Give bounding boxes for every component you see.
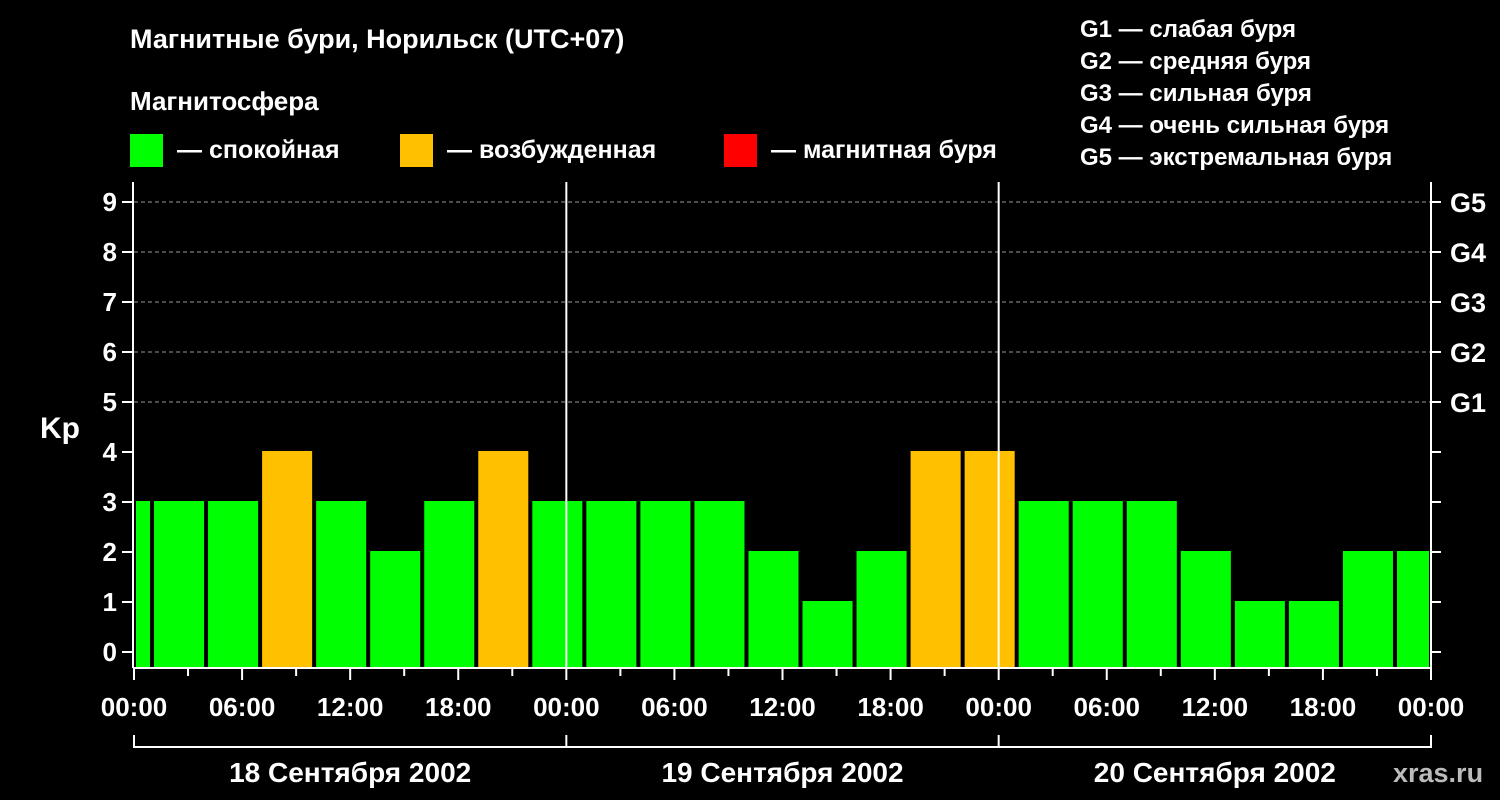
legend-swatch-active bbox=[400, 134, 433, 167]
x-tick-label: 18:00 bbox=[857, 692, 924, 722]
x-tick-label: 00:00 bbox=[533, 692, 600, 722]
storm-level-label: G4 bbox=[1450, 238, 1486, 268]
kp-bar-quiet bbox=[1126, 501, 1177, 668]
x-tick-label: 00:00 bbox=[1398, 692, 1465, 722]
storm-scale-g3: G3 — сильная буря bbox=[1080, 80, 1312, 107]
storm-level-label: G2 bbox=[1450, 338, 1486, 368]
kp-bar-quiet bbox=[640, 501, 691, 668]
legend-swatch-quiet bbox=[130, 134, 163, 167]
storm-scale-g5: G5 — экстремальная буря bbox=[1080, 144, 1392, 171]
y-tick-label: 1 bbox=[103, 587, 117, 617]
kp-bar-quiet bbox=[1072, 501, 1123, 668]
storm-scale-g4: G4 — очень сильная буря bbox=[1080, 112, 1389, 139]
y-tick-label: 7 bbox=[103, 287, 117, 317]
x-tick-label: 06:00 bbox=[641, 692, 708, 722]
legend-label-quiet: — спокойная bbox=[177, 136, 340, 164]
x-tick-label: 12:00 bbox=[749, 692, 816, 722]
kp-bar-quiet bbox=[154, 501, 205, 668]
y-tick-label: 5 bbox=[103, 387, 117, 417]
legend-heading: Магнитосфера bbox=[130, 86, 319, 116]
kp-bar-quiet bbox=[532, 501, 583, 668]
kp-bar-active bbox=[910, 451, 961, 668]
x-tick-label: 00:00 bbox=[965, 692, 1032, 722]
kp-bar-quiet bbox=[424, 501, 475, 668]
x-tick-label: 06:00 bbox=[1074, 692, 1141, 722]
y-tick-label: 6 bbox=[103, 337, 117, 367]
chart-title: Магнитные бури, Норильск (UTC+07) bbox=[130, 24, 624, 54]
kp-bar-quiet bbox=[802, 601, 853, 668]
kp-chart: Магнитные бури, Норильск (UTC+07) Магнит… bbox=[40, 16, 1486, 788]
kp-bar-active bbox=[478, 451, 529, 668]
storm-scale-g2: G2 — средняя буря bbox=[1080, 48, 1311, 75]
watermark: xras.ru bbox=[1393, 758, 1483, 788]
bars bbox=[136, 451, 1429, 668]
x-tick-label: 12:00 bbox=[317, 692, 384, 722]
y-tick-label: 3 bbox=[103, 487, 117, 517]
kp-bar-active bbox=[262, 451, 313, 668]
kp-bar-quiet bbox=[1018, 501, 1069, 668]
legend-swatch-storm bbox=[724, 134, 757, 167]
x-tick-label: 00:00 bbox=[101, 692, 168, 722]
kp-bar-quiet bbox=[1288, 601, 1339, 668]
kp-bar-quiet bbox=[748, 551, 799, 668]
kp-bar-quiet bbox=[856, 551, 907, 668]
kp-bar-active bbox=[964, 451, 1015, 668]
kp-bar-quiet bbox=[316, 501, 367, 668]
y-tick-label: 2 bbox=[103, 537, 117, 567]
y-tick-label: 8 bbox=[103, 237, 117, 267]
day-label: 19 Сентября 2002 bbox=[661, 757, 903, 788]
storm-level-label: G1 bbox=[1450, 388, 1486, 418]
kp-bar-quiet bbox=[208, 501, 259, 668]
day-label: 18 Сентября 2002 bbox=[229, 757, 471, 788]
kp-bar-quiet bbox=[1396, 551, 1429, 668]
day-label: 20 Сентября 2002 bbox=[1094, 757, 1336, 788]
kp-bar-quiet bbox=[586, 501, 637, 668]
storm-level-label: G5 bbox=[1450, 188, 1486, 218]
kp-bar-quiet bbox=[136, 501, 151, 668]
storm-level-label: G3 bbox=[1450, 288, 1486, 318]
legend-label-storm: — магнитная буря bbox=[771, 136, 997, 164]
gridlines bbox=[134, 201, 1431, 403]
kp-bar-quiet bbox=[1180, 551, 1231, 668]
y-tick-label: 4 bbox=[103, 437, 118, 467]
x-tick-label: 18:00 bbox=[1290, 692, 1357, 722]
y-tick-label: 9 bbox=[103, 187, 117, 217]
storm-scale-g1: G1 — слабая буря bbox=[1080, 16, 1296, 43]
y-axis-label: Kp bbox=[40, 412, 80, 445]
kp-bar-quiet bbox=[1342, 551, 1393, 668]
x-tick-label: 18:00 bbox=[425, 692, 492, 722]
kp-bar-quiet bbox=[1234, 601, 1285, 668]
x-tick-label: 06:00 bbox=[209, 692, 276, 722]
legend-label-active: — возбужденная bbox=[447, 136, 656, 164]
kp-bar-quiet bbox=[694, 501, 745, 668]
kp-bar-quiet bbox=[370, 551, 421, 668]
y-tick-label: 0 bbox=[103, 637, 117, 667]
x-tick-label: 12:00 bbox=[1182, 692, 1249, 722]
